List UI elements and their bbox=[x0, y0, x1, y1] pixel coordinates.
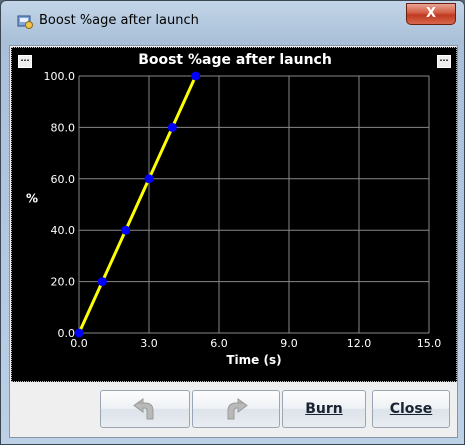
window-title: Boost %age after launch bbox=[39, 13, 199, 28]
chart-plot[interactable]: 0.0 3.0 6.0 9.0 12.0 15.00.020.040.060.080.01… bbox=[12, 48, 458, 383]
x-tick-label: 6.0 bbox=[210, 337, 228, 350]
x-tick-label: 15.0 bbox=[417, 337, 442, 350]
title-bar[interactable]: Boost %age after launch X bbox=[1, 1, 464, 41]
burn-button-label: Burn bbox=[305, 401, 343, 417]
data-point bbox=[121, 225, 131, 235]
close-button-label: Close bbox=[389, 401, 433, 417]
burn-button[interactable]: Burn bbox=[282, 390, 366, 428]
x-axis-label: Time (s) bbox=[226, 353, 281, 367]
redo-button[interactable] bbox=[192, 390, 280, 428]
redo-arrow-icon bbox=[227, 398, 248, 420]
undo-button[interactable] bbox=[100, 390, 190, 428]
x-tick-label: 9.0 bbox=[280, 337, 298, 350]
x-tick-label: 12.0 bbox=[347, 337, 372, 350]
close-button[interactable]: Close bbox=[372, 390, 450, 428]
undo-arrow-icon bbox=[133, 398, 154, 420]
data-point bbox=[167, 122, 177, 132]
data-point bbox=[144, 174, 154, 184]
y-tick-label: 60.0 bbox=[51, 173, 76, 186]
series-line bbox=[77, 75, 198, 334]
data-point bbox=[97, 277, 107, 287]
window-close-button[interactable]: X bbox=[406, 3, 456, 25]
y-tick-label: 100.0 bbox=[44, 70, 76, 83]
y-tick-label: 0.0 bbox=[58, 327, 76, 340]
y-tick-label: 20.0 bbox=[51, 276, 76, 289]
data-point bbox=[191, 71, 201, 81]
button-bar: Burn Close bbox=[8, 383, 457, 437]
data-point bbox=[74, 328, 84, 338]
x-tick-label: 3.0 bbox=[140, 337, 158, 350]
y-tick-label: 80.0 bbox=[51, 121, 76, 134]
app-icon bbox=[17, 15, 33, 29]
y-tick-label: 40.0 bbox=[51, 224, 76, 237]
y-axis-label: % bbox=[26, 192, 38, 206]
chart-panel: ... ... Boost %age after launch 0.0 3.0 6.… bbox=[11, 47, 457, 382]
